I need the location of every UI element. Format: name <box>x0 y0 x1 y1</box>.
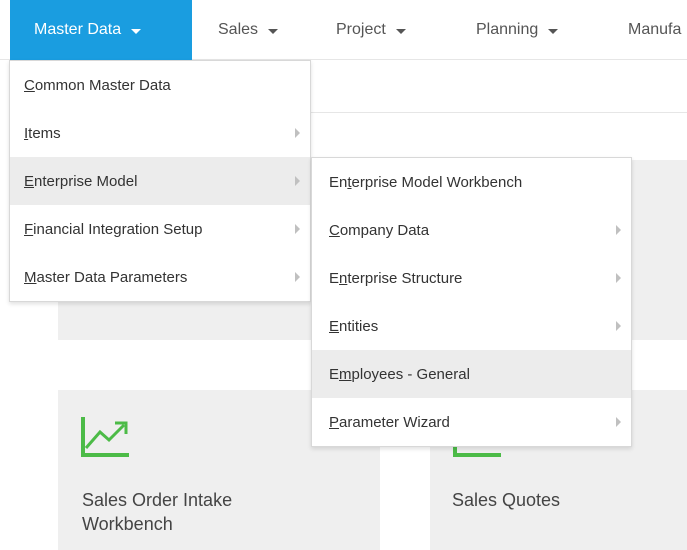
menu-item-accesskey: E <box>24 172 35 190</box>
nav-sales-label: Sales <box>218 21 259 38</box>
chevron-right-icon <box>295 128 300 138</box>
menu-item-financial-integration-setup[interactable]: Financial Integration Setup <box>10 205 310 253</box>
chevron-right-icon <box>295 176 300 186</box>
menu-item-accesskey: C <box>329 221 340 239</box>
top-nav: Master Data Sales Project Planning Manuf… <box>0 0 687 60</box>
menu-item-accesskey: C <box>24 76 35 94</box>
tile-sales-order-intake-label: Sales Order Intake Workbench <box>82 490 233 534</box>
menu-item-label-prefix: E <box>329 269 340 287</box>
chevron-down-icon <box>548 28 559 34</box>
nav-project[interactable]: Project <box>336 0 406 60</box>
menu-item-label: ployees - General <box>351 365 470 383</box>
menu-item-label: erprise Model Workbench <box>351 173 523 191</box>
tile-sales-quotes-label: Sales Quotes <box>452 490 561 510</box>
menu-item-label: nterprise Model <box>34 172 138 190</box>
menu-item-master-data-parameters[interactable]: Master Data Parameters <box>10 253 310 301</box>
menu-item-common-master-data[interactable]: Common Master Data <box>10 61 310 109</box>
menu-item-label-prefix: E <box>329 365 340 383</box>
menu-item-label: inancial Integration Setup <box>33 220 203 238</box>
menu-item-label: tems <box>28 124 61 142</box>
nav-manufacturing-label: Manufa <box>628 21 682 38</box>
nav-planning-label: Planning <box>476 21 539 38</box>
chevron-down-icon <box>131 28 142 34</box>
menu-item-company-data[interactable]: Company Data <box>312 206 631 254</box>
menu-item-label: ompany Data <box>339 221 430 239</box>
enterprise-model-submenu: En t erprise Model Workbench Company Data … <box>311 157 632 447</box>
chevron-right-icon <box>616 321 621 331</box>
menu-item-entities[interactable]: Entities <box>312 302 631 350</box>
menu-item-accesskey: F <box>24 220 34 238</box>
menu-item-label: terprise Structure <box>347 269 463 287</box>
menu-item-enterprise-structure[interactable]: En terprise Structure <box>312 254 631 302</box>
menu-item-label: arameter Wizard <box>339 413 450 431</box>
master-data-menu: Common Master Data Items Enterprise Mode… <box>9 60 311 302</box>
menu-item-label: aster Data Parameters <box>36 268 188 286</box>
chevron-right-icon <box>295 272 300 282</box>
nav-project-label: Project <box>336 21 386 38</box>
menu-item-label: ntities <box>339 317 379 335</box>
menu-item-accesskey: m <box>339 365 352 383</box>
chevron-right-icon <box>616 225 621 235</box>
chevron-right-icon <box>616 273 621 283</box>
nav-master-data-label: Master Data <box>34 21 122 38</box>
chevron-right-icon <box>295 224 300 234</box>
chevron-right-icon <box>616 417 621 427</box>
nav-planning[interactable]: Planning <box>476 0 559 60</box>
nav-master-data[interactable]: Master Data <box>10 0 192 60</box>
menu-item-employees-general[interactable]: Em ployees - General <box>312 350 631 398</box>
menu-item-enterprise-model-workbench[interactable]: En t erprise Model Workbench <box>312 158 631 206</box>
menu-item-accesskey: M <box>24 268 37 286</box>
menu-item-accesskey: n <box>339 269 348 287</box>
menu-item-items[interactable]: Items <box>10 109 310 157</box>
chevron-down-icon <box>268 28 279 34</box>
menu-item-label-prefix: En <box>329 173 348 191</box>
chevron-down-icon <box>395 28 406 34</box>
menu-item-parameter-wizard[interactable]: Parameter Wizard <box>312 398 631 446</box>
nav-sales[interactable]: Sales <box>218 0 279 60</box>
menu-item-accesskey: P <box>329 413 340 431</box>
trend-up-icon <box>81 417 129 457</box>
nav-manufacturing[interactable]: Manufa <box>628 0 681 60</box>
menu-item-label: ommon Master Data <box>34 76 171 94</box>
menu-item-accesskey: E <box>329 317 340 335</box>
toolbar-divider <box>310 112 687 113</box>
menu-item-enterprise-model[interactable]: Enterprise Model <box>10 157 310 205</box>
